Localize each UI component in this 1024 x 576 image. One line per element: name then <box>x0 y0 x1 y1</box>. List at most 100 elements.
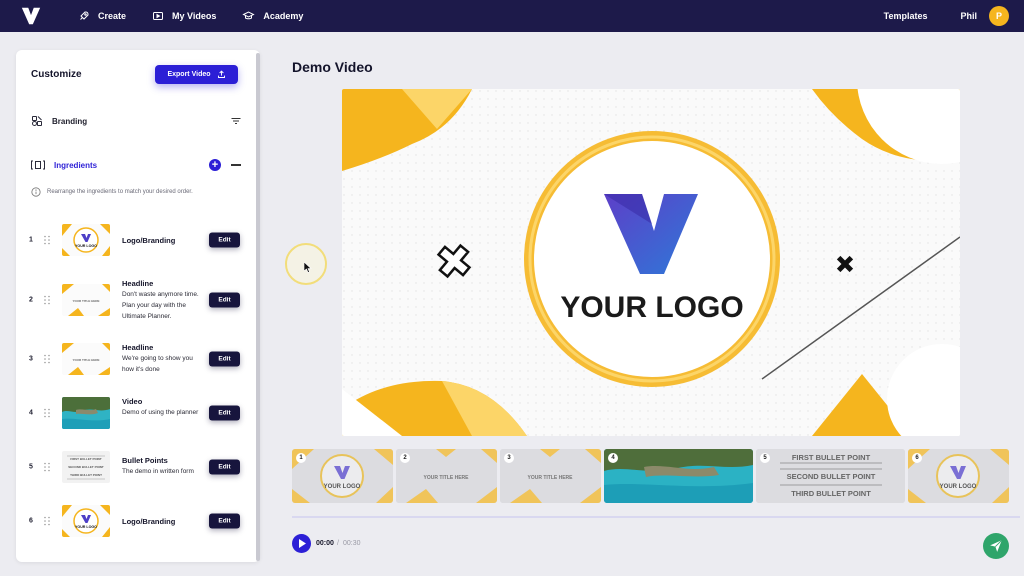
total-time: 00:30 <box>343 540 361 547</box>
plus-icon: + <box>211 158 219 171</box>
ingredients-section-header: Ingredients + <box>31 157 241 173</box>
ingredients-hint: Rearrange the ingredients to match your … <box>31 187 256 197</box>
ingredient-number: 4 <box>29 409 33 417</box>
ingredient-item[interactable]: 6 YOUR LOGO Logo/Branding Edit <box>26 501 244 541</box>
edit-button[interactable]: Edit <box>209 351 240 367</box>
drag-handle-icon[interactable] <box>44 295 50 305</box>
ingredient-number: 1 <box>29 236 33 244</box>
ingredient-thumbnail: YOUR LOGO <box>62 224 110 256</box>
preview-logo-text: YOUR LOGO <box>560 291 743 324</box>
ingredient-number: 2 <box>29 296 33 304</box>
ingredient-thumbnail: YOUR TITLE HERE <box>62 284 110 316</box>
clip-logo-text: YOUR LOGO <box>324 484 361 490</box>
graduation-cap-icon <box>242 11 255 20</box>
ingredient-title: Headline <box>122 343 154 352</box>
ingredient-title: Logo/Branding <box>122 236 176 245</box>
thumb-bullet-1: FIRST BULLET POINT <box>70 457 101 461</box>
ingredient-title: Headline <box>122 279 154 288</box>
clip-title-text: YOUR TITLE HERE <box>423 475 469 481</box>
ingredient-thumbnail: FIRST BULLET POINT SECOND BULLET POINT T… <box>62 451 110 483</box>
timeline-clip[interactable]: 5 FIRST BULLET POINT SECOND BULLET POINT… <box>756 449 905 503</box>
filter-icon[interactable] <box>231 117 241 125</box>
ingredients-hint-text: Rearrange the ingredients to match your … <box>47 189 193 195</box>
clip-number: 3 <box>504 453 514 463</box>
thumb-bullet-2: SECOND BULLET POINT <box>68 465 104 469</box>
mouse-cursor-icon <box>304 262 312 273</box>
clip-bullet-3: THIRD BULLET POINT <box>791 489 871 498</box>
ingredient-title: Video <box>122 397 143 406</box>
thumb-title-text: YOUR TITLE HERE <box>72 358 99 362</box>
ingredient-description: Don't waste anymore time. Plan your day … <box>122 291 199 320</box>
nav-create-label: Create <box>98 11 127 21</box>
play-icon <box>298 539 306 548</box>
ingredient-item[interactable]: 3 YOUR TITLE HERE Headline We're going t… <box>26 339 244 379</box>
video-preview[interactable]: YOUR LOGO <box>342 89 960 436</box>
ingredients-label: Ingredients <box>54 160 98 170</box>
edit-button[interactable]: Edit <box>209 513 240 529</box>
timeline-clip[interactable]: 6 YOUR LOGO <box>908 449 1009 503</box>
clip-logo-text: YOUR LOGO <box>940 484 977 490</box>
ingredient-thumbnail: YOUR TITLE HERE <box>62 343 110 375</box>
clip-number: 1 <box>296 453 306 463</box>
ingredient-item[interactable]: 2 YOUR TITLE HERE Headline Don't waste a… <box>26 279 244 320</box>
ingredient-description: The demo in written form <box>122 468 194 475</box>
drag-handle-icon[interactable] <box>44 235 50 245</box>
timeline-clip[interactable]: 1 YOUR LOGO <box>292 449 393 503</box>
thumb-logo-text: YOUR LOGO <box>75 525 97 529</box>
collapse-ingredients-button[interactable] <box>231 164 241 166</box>
timeline-clip[interactable]: 3 YOUR TITLE HERE <box>500 449 601 503</box>
branding-section-header[interactable]: Branding <box>31 113 241 129</box>
thumb-title-text: YOUR TITLE HERE <box>72 299 99 303</box>
ingredient-thumbnail: YOUR LOGO <box>62 505 110 537</box>
ingredient-number: 3 <box>29 355 33 363</box>
nav-my-videos-label: My Videos <box>172 11 217 21</box>
send-button[interactable] <box>983 533 1009 559</box>
ingredient-item[interactable]: 1 YOUR LOGO Logo/Branding Edit <box>26 220 244 260</box>
time-separator: / <box>337 540 339 547</box>
edit-button[interactable]: Edit <box>209 405 240 421</box>
nav-academy[interactable]: Academy <box>242 10 303 22</box>
info-icon <box>31 187 41 197</box>
ingredient-description: Demo of using the planner <box>122 409 199 416</box>
clip-number: 4 <box>608 453 618 463</box>
brand-logo[interactable] <box>20 5 42 27</box>
ingredient-item[interactable]: 5 FIRST BULLET POINT SECOND BULLET POINT… <box>26 447 244 487</box>
rocket-icon <box>80 11 89 20</box>
edit-button[interactable]: Edit <box>209 459 240 475</box>
thumb-logo-text: YOUR LOGO <box>75 244 97 248</box>
drag-handle-icon[interactable] <box>44 462 50 472</box>
nav-create[interactable]: Create <box>78 10 126 22</box>
user-name[interactable]: Phil <box>960 11 977 21</box>
timeline-strip: 1 YOUR LOGO 2 YOUR TITLE HERE 3 YOUR TIT… <box>292 449 1020 503</box>
nav-templates[interactable]: Templates <box>884 11 928 21</box>
ingredient-thumbnail-video <box>62 397 110 429</box>
sidebar-scrollbar[interactable] <box>256 53 260 561</box>
drag-handle-icon[interactable] <box>44 354 50 364</box>
timeline-track[interactable] <box>292 516 1020 518</box>
ingredient-number: 5 <box>29 463 33 471</box>
avatar[interactable]: P <box>989 6 1009 26</box>
ingredient-description: We're going to show you how it's done <box>122 355 193 373</box>
play-button[interactable] <box>292 534 311 553</box>
nav-academy-label: Academy <box>263 11 304 21</box>
edit-button[interactable]: Edit <box>209 292 240 308</box>
edit-button[interactable]: Edit <box>209 232 240 248</box>
drag-handle-icon[interactable] <box>44 408 50 418</box>
timeline-clip-selected[interactable]: 4 <box>604 449 753 503</box>
clip-bullet-2: SECOND BULLET POINT <box>787 472 876 481</box>
palette-icon <box>32 116 42 126</box>
ingredient-item[interactable]: 4 Video Demo of using the planner Edit <box>26 393 244 433</box>
export-video-button[interactable]: Export Video <box>155 65 238 84</box>
clip-number: 6 <box>912 453 922 463</box>
video-icon <box>153 12 164 20</box>
upload-icon <box>217 70 225 78</box>
ingredients-icon <box>31 160 45 170</box>
thumb-bullet-3: THIRD BULLET POINT <box>70 473 102 477</box>
ingredient-number: 6 <box>29 517 33 525</box>
clip-number: 5 <box>760 453 770 463</box>
nav-my-videos[interactable]: My Videos <box>152 10 216 22</box>
add-ingredient-button[interactable]: + <box>209 159 221 171</box>
clip-title-text: YOUR TITLE HERE <box>527 475 573 481</box>
timeline-clip[interactable]: 2 YOUR TITLE HERE <box>396 449 497 503</box>
drag-handle-icon[interactable] <box>44 516 50 526</box>
